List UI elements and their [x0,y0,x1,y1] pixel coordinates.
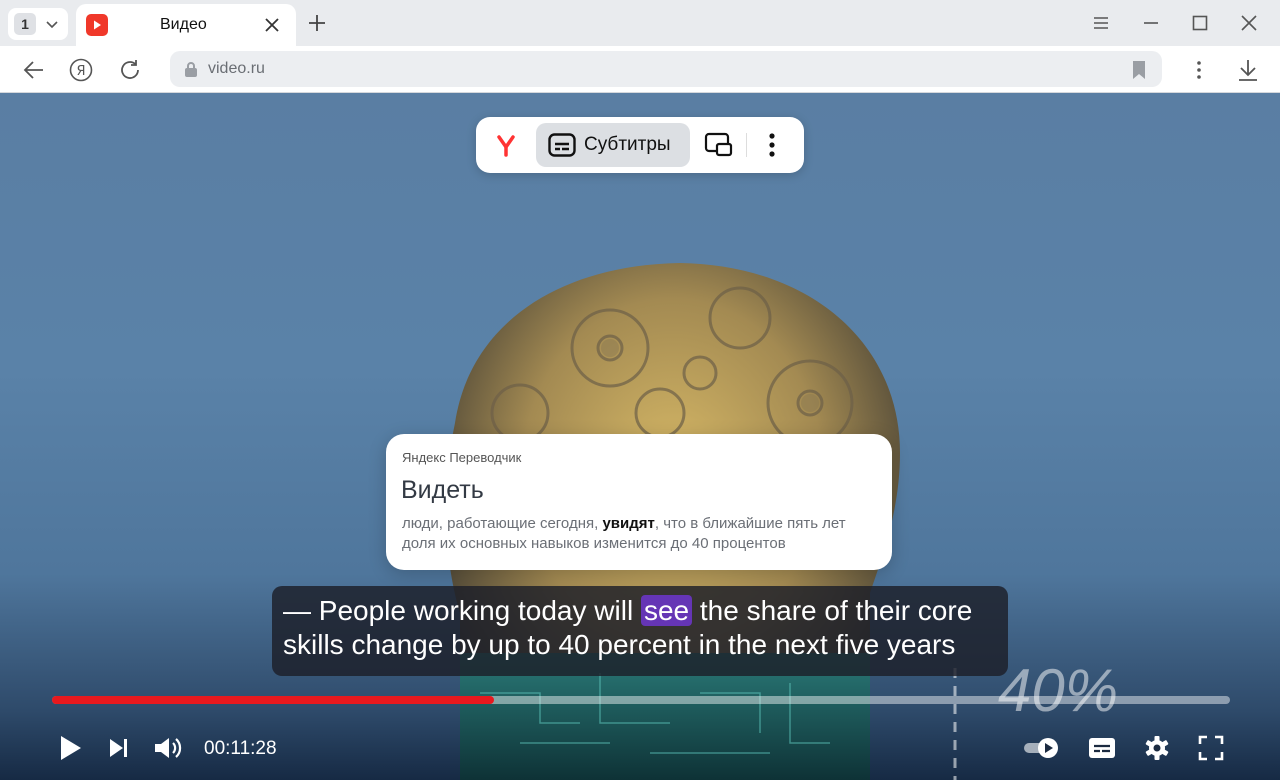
tab-title: Видео [160,16,207,33]
subtitle-text-before: — People working today will [283,595,641,626]
more-vertical-icon[interactable] [762,129,782,161]
subtitle-line-1: — People working today will see the shar… [283,594,1008,628]
settings-icon[interactable] [1143,733,1171,763]
translator-popup: Яндекс Переводчик Видеть люди, работающи… [386,434,892,570]
subtitle-text-after: the share of their core [692,595,973,626]
video-percent-text: 40% [998,657,1118,724]
browser-toolbar: Я video.ru [0,46,1280,93]
subtitle-box[interactable]: — People working today will see the shar… [272,586,1008,676]
back-icon[interactable] [21,57,47,83]
minimize-icon[interactable] [1140,12,1162,34]
captions-icon[interactable] [1088,733,1116,763]
tab-counter-button[interactable]: 1 [8,8,68,40]
context-highlighted-word: увидят [602,515,655,532]
next-icon[interactable] [108,733,130,763]
time-display: 00:11:28 [204,738,277,759]
download-icon[interactable] [1235,57,1261,83]
close-icon[interactable] [262,15,282,35]
url-text: video.ru [208,60,265,77]
reload-icon[interactable] [117,57,143,83]
bookmark-icon[interactable] [1130,60,1148,80]
subtitles-icon [548,133,576,157]
subtitles-label: Субтитры [584,134,671,155]
volume-icon[interactable] [152,733,182,763]
subtitles-button[interactable]: Субтитры [536,123,690,167]
overlay-separator [746,133,747,157]
yandex-logo-icon[interactable] [490,129,522,161]
tab-video[interactable]: Видео [76,4,296,46]
menu-icon[interactable] [1090,12,1112,34]
subtitle-line-2: skills change by up to 40 percent in the… [283,629,956,660]
close-window-icon[interactable] [1238,12,1260,34]
autoplay-toggle-icon[interactable] [1022,733,1060,763]
video-overlay-toolbar: Субтитры [476,117,804,173]
address-bar[interactable]: video.ru [170,51,1162,87]
play-icon[interactable] [58,733,84,763]
translation-context: люди, работающие сегодня, увидят, что в … [402,514,880,554]
maximize-icon[interactable] [1189,12,1211,34]
more-vertical-icon[interactable] [1186,57,1212,83]
svg-text:Я: Я [76,64,85,79]
translated-word: Видеть [401,476,484,504]
pip-icon[interactable] [704,131,734,159]
plus-icon[interactable] [306,12,328,34]
subtitle-highlighted-word[interactable]: see [640,595,693,626]
yandex-icon[interactable]: Я [68,57,94,83]
fullscreen-icon[interactable] [1198,733,1224,763]
tab-count: 1 [14,13,36,35]
lock-icon [185,62,197,77]
video-player[interactable]: 40% Субтитры Яндекс Переводчик Видеть лю… [0,93,1280,780]
progress-fill [52,696,494,704]
play-favicon-icon [86,14,108,36]
translator-brand: Яндекс Переводчик [402,450,522,465]
context-before: люди, работающие сегодня, [402,515,603,532]
progress-bar[interactable] [52,696,1230,704]
chevron-down-icon [46,21,58,29]
tab-strip: 1 Видео [0,0,1280,46]
